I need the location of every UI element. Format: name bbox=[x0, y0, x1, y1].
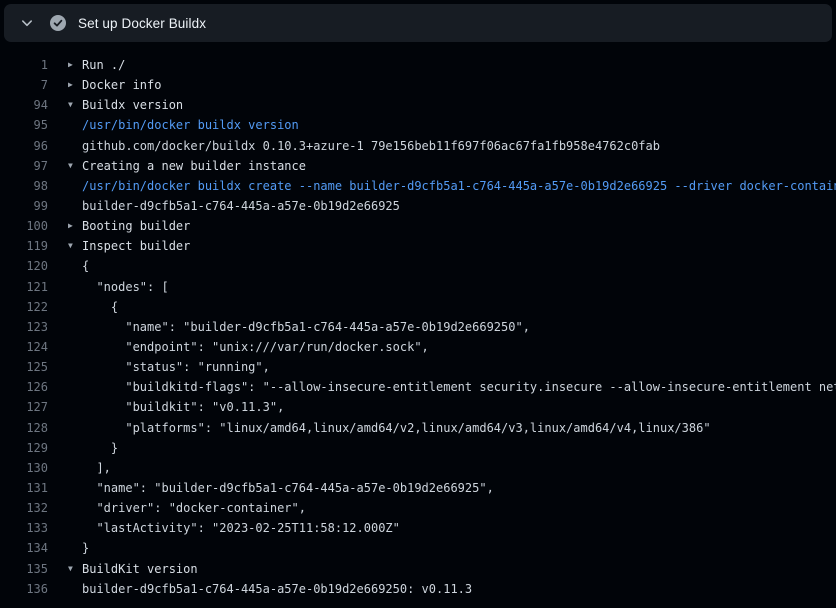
log-line[interactable]: 135 ▼ BuildKit version bbox=[0, 559, 836, 579]
log-line-text: "status": "running", bbox=[82, 360, 270, 374]
log-line-text: Creating a new builder instance bbox=[82, 159, 306, 173]
line-number[interactable]: 99 bbox=[0, 199, 48, 213]
log-line-text: builder-d9cfb5a1-c764-445a-a57e-0b19d2e6… bbox=[82, 199, 400, 213]
line-number[interactable]: 122 bbox=[0, 300, 48, 314]
log-line[interactable]: 119 ▼ Inspect builder bbox=[0, 236, 836, 256]
line-number[interactable]: 94 bbox=[0, 98, 48, 112]
log-line: 121 "nodes": [ bbox=[0, 277, 836, 297]
log-line-text: "endpoint": "unix:///var/run/docker.sock… bbox=[82, 340, 429, 354]
log-line-text: } bbox=[82, 441, 118, 455]
log-line: 99 builder-d9cfb5a1-c764-445a-a57e-0b19d… bbox=[0, 196, 836, 216]
chevron-down-icon[interactable]: ▼ bbox=[68, 162, 82, 170]
log-line-text: "buildkitd-flags": "--allow-insecure-ent… bbox=[82, 380, 836, 394]
log-line-text: Buildx version bbox=[82, 98, 183, 112]
line-number[interactable]: 131 bbox=[0, 481, 48, 495]
chevron-right-icon[interactable]: ▶ bbox=[68, 61, 82, 69]
log-line-text: "name": "builder-d9cfb5a1-c764-445a-a57e… bbox=[82, 481, 494, 495]
log-line[interactable]: 94 ▼ Buildx version bbox=[0, 95, 836, 115]
line-number[interactable]: 97 bbox=[0, 159, 48, 173]
log-line-text: "buildkit": "v0.11.3", bbox=[82, 400, 284, 414]
log-line: 128 "platforms": "linux/amd64,linux/amd6… bbox=[0, 418, 836, 438]
log-line-text: builder-d9cfb5a1-c764-445a-a57e-0b19d2e6… bbox=[82, 582, 472, 596]
log-line-text: } bbox=[82, 541, 89, 555]
line-number[interactable]: 95 bbox=[0, 118, 48, 132]
log-line-text: "nodes": [ bbox=[82, 280, 169, 294]
log-container: 1 ▶ Run ./ 7 ▶ Docker info 94 ▼ Buildx v… bbox=[0, 42, 836, 599]
line-number[interactable]: 132 bbox=[0, 501, 48, 515]
log-line: 98 /usr/bin/docker buildx create --name … bbox=[0, 176, 836, 196]
line-number[interactable]: 98 bbox=[0, 179, 48, 193]
line-number[interactable]: 126 bbox=[0, 380, 48, 394]
step-header[interactable]: Set up Docker Buildx bbox=[4, 4, 832, 42]
log-line-text: /usr/bin/docker buildx create --name bui… bbox=[82, 179, 836, 193]
log-line[interactable]: 7 ▶ Docker info bbox=[0, 75, 836, 95]
log-line-text: Booting builder bbox=[82, 219, 190, 233]
chevron-down-icon[interactable]: ▼ bbox=[68, 242, 82, 250]
line-number[interactable]: 120 bbox=[0, 259, 48, 273]
log-line: 136 builder-d9cfb5a1-c764-445a-a57e-0b19… bbox=[0, 579, 836, 599]
log-line-text: BuildKit version bbox=[82, 562, 198, 576]
log-line-text: "platforms": "linux/amd64,linux/amd64/v2… bbox=[82, 421, 711, 435]
line-number[interactable]: 136 bbox=[0, 582, 48, 596]
chevron-down-icon[interactable]: ▼ bbox=[68, 101, 82, 109]
line-number[interactable]: 7 bbox=[0, 78, 48, 92]
line-number[interactable]: 130 bbox=[0, 461, 48, 475]
line-number[interactable]: 125 bbox=[0, 360, 48, 374]
log-line[interactable]: 97 ▼ Creating a new builder instance bbox=[0, 156, 836, 176]
line-number[interactable]: 96 bbox=[0, 139, 48, 153]
chevron-down-icon[interactable]: ▼ bbox=[68, 565, 82, 573]
log-line-text: github.com/docker/buildx 0.10.3+azure-1 … bbox=[82, 139, 660, 153]
line-number[interactable]: 1 bbox=[0, 58, 48, 72]
line-number[interactable]: 129 bbox=[0, 441, 48, 455]
log-line: 132 "driver": "docker-container", bbox=[0, 498, 836, 518]
log-line: 131 "name": "builder-d9cfb5a1-c764-445a-… bbox=[0, 478, 836, 498]
log-line-text: Docker info bbox=[82, 78, 161, 92]
log-line: 120 { bbox=[0, 256, 836, 276]
log-line-text: { bbox=[82, 259, 89, 273]
chevron-right-icon[interactable]: ▶ bbox=[68, 81, 82, 89]
line-number[interactable]: 134 bbox=[0, 541, 48, 555]
log-line: 124 "endpoint": "unix:///var/run/docker.… bbox=[0, 337, 836, 357]
line-number[interactable]: 133 bbox=[0, 521, 48, 535]
line-number[interactable]: 100 bbox=[0, 219, 48, 233]
log-line: 133 "lastActivity": "2023-02-25T11:58:12… bbox=[0, 518, 836, 538]
log-line: 130 ], bbox=[0, 458, 836, 478]
line-number[interactable]: 119 bbox=[0, 239, 48, 253]
log-line-text: { bbox=[82, 300, 118, 314]
log-line-text: ], bbox=[82, 461, 111, 475]
line-number[interactable]: 135 bbox=[0, 562, 48, 576]
log-line[interactable]: 1 ▶ Run ./ bbox=[0, 55, 836, 75]
line-number[interactable]: 123 bbox=[0, 320, 48, 334]
log-line: 96 github.com/docker/buildx 0.10.3+azure… bbox=[0, 136, 836, 156]
log-line[interactable]: 100 ▶ Booting builder bbox=[0, 216, 836, 236]
line-number[interactable]: 127 bbox=[0, 400, 48, 414]
log-line-text: Run ./ bbox=[82, 58, 125, 72]
log-line: 122 { bbox=[0, 297, 836, 317]
check-circle-icon bbox=[50, 15, 66, 31]
log-line-text: "name": "builder-d9cfb5a1-c764-445a-a57e… bbox=[82, 320, 530, 334]
log-line: 134 } bbox=[0, 538, 836, 558]
line-number[interactable]: 124 bbox=[0, 340, 48, 354]
log-line: 125 "status": "running", bbox=[0, 357, 836, 377]
step-title: Set up Docker Buildx bbox=[78, 16, 206, 31]
line-number[interactable]: 121 bbox=[0, 280, 48, 294]
log-line: 95 /usr/bin/docker buildx version bbox=[0, 115, 836, 135]
line-number[interactable]: 128 bbox=[0, 421, 48, 435]
log-line: 126 "buildkitd-flags": "--allow-insecure… bbox=[0, 377, 836, 397]
log-line-text: "lastActivity": "2023-02-25T11:58:12.000… bbox=[82, 521, 400, 535]
log-line-text: /usr/bin/docker buildx version bbox=[82, 118, 299, 132]
log-line-text: "driver": "docker-container", bbox=[82, 501, 306, 515]
log-line: 129 } bbox=[0, 438, 836, 458]
collapse-step-button[interactable] bbox=[13, 9, 41, 37]
log-line: 123 "name": "builder-d9cfb5a1-c764-445a-… bbox=[0, 317, 836, 337]
log-line-text: Inspect builder bbox=[82, 239, 190, 253]
chevron-down-icon bbox=[20, 16, 34, 30]
chevron-right-icon[interactable]: ▶ bbox=[68, 222, 82, 230]
log-line: 127 "buildkit": "v0.11.3", bbox=[0, 397, 836, 417]
